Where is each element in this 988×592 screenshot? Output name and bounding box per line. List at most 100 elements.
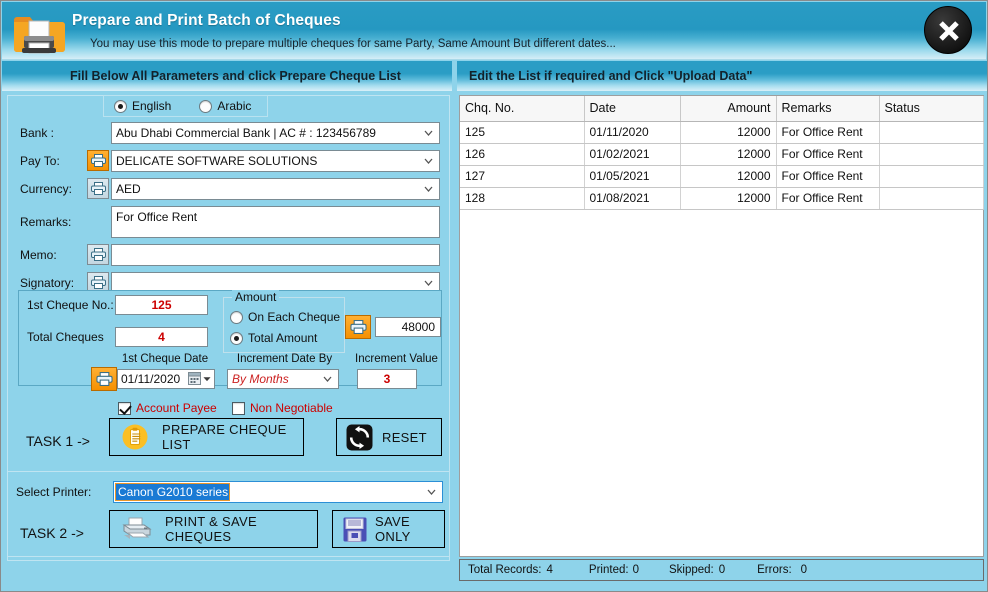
cell-date[interactable]: 01/11/2020 xyxy=(584,121,680,143)
chevron-down-icon xyxy=(424,158,433,164)
first-cheque-date-label: 1st Cheque Date xyxy=(115,353,215,365)
total-cheques-input[interactable]: 4 xyxy=(115,327,208,347)
total-records-label: Total Records: xyxy=(468,564,542,576)
radio-language-arabic-label: Arabic xyxy=(217,99,251,113)
cell-amount[interactable]: 12000 xyxy=(680,143,776,165)
printer-icon xyxy=(120,516,152,542)
remarks-input[interactable]: For Office Rent xyxy=(111,206,440,238)
first-cheque-date-printer-button[interactable] xyxy=(91,367,117,391)
cell-date[interactable]: 01/05/2021 xyxy=(584,165,680,187)
signatory-label: Signatory: xyxy=(20,276,74,290)
printer-section: Select Printer: Canon G2010 series TASK … xyxy=(7,471,450,557)
print-save-cheques-button[interactable]: PRINT & SAVE CHEQUES xyxy=(109,510,318,548)
save-only-button[interactable]: SAVE ONLY xyxy=(332,510,445,548)
total-cheques-label: Total Cheques xyxy=(27,330,104,344)
memo-label: Memo: xyxy=(20,248,57,262)
table-row[interactable]: 125 01/11/2020 12000 For Office Rent xyxy=(460,121,983,143)
first-cheque-no-input[interactable]: 125 xyxy=(115,295,208,315)
radio-language-english[interactable]: English xyxy=(114,99,171,113)
cell-status[interactable] xyxy=(879,187,983,209)
increment-date-by-label: Increment Date By xyxy=(227,353,342,365)
cell-amount[interactable]: 12000 xyxy=(680,121,776,143)
bank-select[interactable]: Abu Dhabi Commercial Bank | AC # : 12345… xyxy=(111,122,440,144)
increment-date-by-select[interactable]: By Months xyxy=(227,369,339,389)
amount-input[interactable]: 48000 xyxy=(375,317,441,337)
cell-status[interactable] xyxy=(879,143,983,165)
close-button[interactable] xyxy=(924,6,972,54)
increment-value-label: Increment Value xyxy=(349,353,444,365)
table-row[interactable]: 128 01/08/2021 12000 For Office Rent xyxy=(460,187,983,209)
clipboard-icon xyxy=(122,424,148,450)
print-save-cheques-label: PRINT & SAVE CHEQUES xyxy=(165,514,317,544)
table-row[interactable]: 127 01/05/2021 12000 For Office Rent xyxy=(460,165,983,187)
cell-status[interactable] xyxy=(879,121,983,143)
currency-printer-button[interactable] xyxy=(87,178,109,199)
application-window: Prepare and Print Batch of Cheques You m… xyxy=(0,0,988,592)
cell-status[interactable] xyxy=(879,165,983,187)
currency-label: Currency: xyxy=(20,182,72,196)
window-subtitle: You may use this mode to prepare multipl… xyxy=(90,38,616,50)
radio-language-arabic[interactable]: Arabic xyxy=(199,99,251,113)
field-row-remarks: Remarks: For Office Rent xyxy=(8,206,451,240)
cell-amount[interactable]: 12000 xyxy=(680,165,776,187)
column-header-amount[interactable]: Amount xyxy=(680,96,776,121)
cell-chq-no[interactable]: 128 xyxy=(460,187,584,209)
printer-icon xyxy=(91,154,106,167)
table-row[interactable]: 126 01/02/2021 12000 For Office Rent xyxy=(460,143,983,165)
column-header-chq-no[interactable]: Chq. No. xyxy=(460,96,584,121)
save-only-label: SAVE ONLY xyxy=(375,514,444,544)
cell-amount[interactable]: 12000 xyxy=(680,187,776,209)
amount-group-legend: Amount xyxy=(232,290,279,304)
reset-label: RESET xyxy=(382,430,427,445)
first-cheque-date-input[interactable]: 01/11/2020 xyxy=(117,369,215,389)
cell-remarks[interactable]: For Office Rent xyxy=(776,121,879,143)
printer-select[interactable]: Canon G2010 series xyxy=(113,481,443,503)
reset-button[interactable]: RESET xyxy=(336,418,442,456)
cell-chq-no[interactable]: 125 xyxy=(460,121,584,143)
radio-amount-total-label: Total Amount xyxy=(248,331,317,345)
bank-value: Abu Dhabi Commercial Bank | AC # : 12345… xyxy=(116,126,376,140)
reset-icon xyxy=(346,424,373,451)
table-body: 125 01/11/2020 12000 For Office Rent 126… xyxy=(460,121,983,209)
prepare-cheque-list-label: PREPARE CHEQUE LIST xyxy=(162,422,303,452)
increment-value-input[interactable]: 3 xyxy=(357,369,417,389)
cell-date[interactable]: 01/02/2021 xyxy=(584,143,680,165)
radio-amount-on-each-cheque[interactable]: On Each Cheque xyxy=(230,310,340,324)
printer-value: Canon G2010 series xyxy=(116,484,229,500)
payto-value: DELICATE SOFTWARE SOLUTIONS xyxy=(116,154,317,168)
cheque-list-grid-panel[interactable]: Chq. No. Date Amount Remarks Status 125 … xyxy=(459,95,984,557)
column-header-date[interactable]: Date xyxy=(584,96,680,121)
printer-icon xyxy=(91,248,106,261)
field-row-payto: Pay To: DELICATE SOFTWARE SOLUTIONS xyxy=(8,150,451,176)
chevron-down-icon xyxy=(424,186,433,192)
payto-select[interactable]: DELICATE SOFTWARE SOLUTIONS xyxy=(111,150,440,172)
checkbox-non-negotiable[interactable]: Non Negotiable xyxy=(232,401,333,415)
chevron-down-icon xyxy=(323,376,332,382)
column-header-remarks[interactable]: Remarks xyxy=(776,96,879,121)
amount-printer-button[interactable] xyxy=(345,315,371,339)
cell-date[interactable]: 01/08/2021 xyxy=(584,187,680,209)
currency-select[interactable]: AED xyxy=(111,178,440,200)
currency-value: AED xyxy=(116,182,141,196)
errors-value: 0 xyxy=(801,564,807,576)
right-section-header: Edit the List if required and Click "Upl… xyxy=(457,61,987,91)
cell-remarks[interactable]: For Office Rent xyxy=(776,187,879,209)
status-bar: Total Records: 4 Printed: 0 Skipped: 0 E… xyxy=(459,559,984,581)
prepare-cheque-list-button[interactable]: PREPARE CHEQUE LIST xyxy=(109,418,304,456)
memo-printer-button[interactable] xyxy=(87,244,109,265)
cell-remarks[interactable]: For Office Rent xyxy=(776,143,879,165)
calendar-icon[interactable] xyxy=(188,372,211,385)
column-header-status[interactable]: Status xyxy=(879,96,983,121)
skipped-value: 0 xyxy=(719,564,725,576)
cell-remarks[interactable]: For Office Rent xyxy=(776,165,879,187)
cell-chq-no[interactable]: 127 xyxy=(460,165,584,187)
payto-label: Pay To: xyxy=(20,154,60,168)
memo-input[interactable] xyxy=(111,244,440,266)
amount-mode-group: Amount On Each Cheque Total Amount xyxy=(223,297,345,353)
cell-chq-no[interactable]: 126 xyxy=(460,143,584,165)
payto-printer-button[interactable] xyxy=(87,150,109,171)
task1-label: TASK 1 -> xyxy=(26,433,90,449)
radio-amount-total[interactable]: Total Amount xyxy=(230,331,317,345)
printer-icon xyxy=(350,320,367,334)
checkbox-account-payee[interactable]: Account Payee xyxy=(118,401,217,415)
